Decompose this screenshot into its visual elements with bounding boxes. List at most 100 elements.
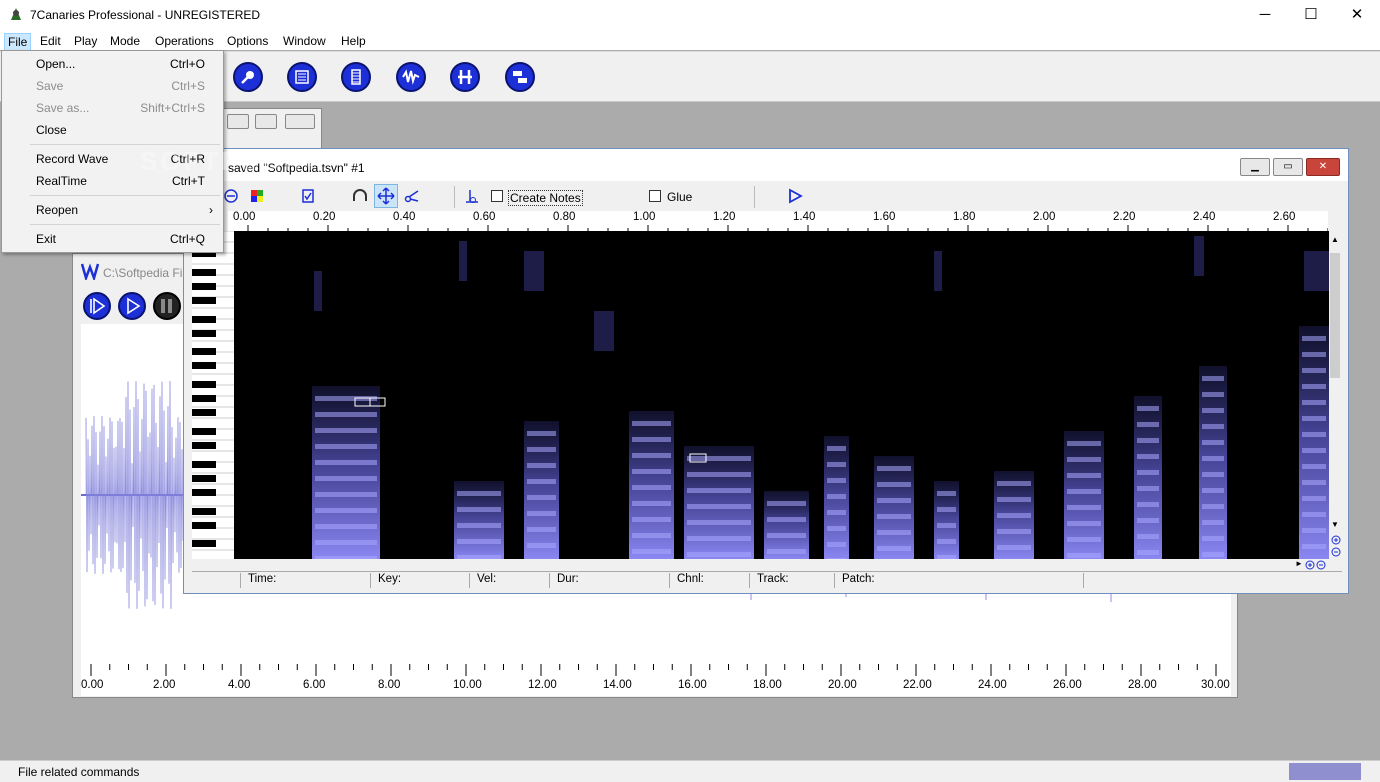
scroll-right-icon[interactable]: ►	[1295, 559, 1303, 568]
spectrogram-plot	[312, 236, 1329, 563]
tick-label: 8.00	[378, 679, 401, 691]
tool-wave-icon[interactable]	[396, 62, 426, 92]
hzoom-icons[interactable]	[1304, 559, 1328, 571]
tick-label: 0.00	[233, 211, 256, 223]
glue-label: Glue	[667, 190, 693, 204]
status-bar: File related commands	[0, 760, 1380, 782]
menu-exit[interactable]: Exit Ctrl+Q	[2, 228, 223, 250]
wave-time-ruler: 0.00 2.00 4.00 6.00 8.00 10.00 12.00 14.…	[81, 664, 1231, 696]
menu-separator	[30, 224, 220, 225]
tick-label: 0.20	[313, 211, 336, 223]
menu-edit[interactable]: Edit	[37, 33, 64, 49]
tick-label: 2.00	[153, 679, 176, 691]
status-indicator	[1289, 763, 1361, 780]
status-patch: Patch:	[834, 573, 1084, 588]
palette-icon[interactable]	[250, 189, 264, 203]
tick-label: 2.20	[1113, 211, 1136, 223]
note-icon[interactable]	[464, 188, 480, 204]
status-vel: Vel:	[469, 573, 496, 588]
menu-mode[interactable]: Mode	[107, 33, 143, 49]
tool-stack-icon[interactable]	[505, 62, 535, 92]
tick-label: 26.00	[1053, 679, 1082, 691]
menu-options[interactable]: Options	[224, 33, 271, 49]
close-button[interactable]: ✕	[1334, 0, 1380, 31]
spectrogram-canvas[interactable]	[234, 231, 1329, 563]
document-check-icon[interactable]	[301, 189, 315, 203]
spec-close-button[interactable]: ✕	[1306, 158, 1340, 176]
tool-split-icon[interactable]	[450, 62, 480, 92]
pause-icon[interactable]	[153, 292, 181, 320]
tick-label: 22.00	[903, 679, 932, 691]
scroll-down-icon[interactable]: ▼	[1331, 520, 1339, 529]
wave-logo-icon	[81, 263, 99, 280]
tick-label: 30.00	[1201, 679, 1230, 691]
minimize-button[interactable]: ─	[1242, 0, 1288, 31]
menu-open[interactable]: Open... Ctrl+O	[2, 53, 223, 75]
create-notes-label: Create Notes	[508, 190, 583, 206]
title-bar: 7Canaries Professional - UNREGISTERED ─ …	[0, 0, 1380, 31]
play-icon[interactable]	[118, 292, 146, 320]
maximize-button[interactable]: ☐	[1288, 0, 1334, 31]
menu-play[interactable]: Play	[71, 33, 100, 49]
tick-label: 24.00	[978, 679, 1007, 691]
tick-label: 28.00	[1128, 679, 1157, 691]
tick-label: 12.00	[528, 679, 557, 691]
tick-label: 6.00	[303, 679, 326, 691]
zoom-icons[interactable]	[1330, 535, 1342, 559]
menu-bar: File Edit Play Mode Operations Options W…	[0, 31, 1380, 51]
spec-minimize-button[interactable]: ▁	[1240, 158, 1270, 176]
tick-label: 0.40	[393, 211, 416, 223]
tick-label: 4.00	[228, 679, 251, 691]
play-from-start-icon[interactable]	[83, 292, 111, 320]
toolbar-separator	[754, 186, 755, 208]
menu-reopen[interactable]: Reopen ›	[2, 199, 223, 221]
tick-label: 1.40	[793, 211, 816, 223]
play-icon[interactable]	[787, 188, 803, 204]
scroll-thumb[interactable]	[1330, 253, 1340, 378]
tick-label: 10.00	[453, 679, 482, 691]
spectrogram-status-bar: Time: Key: Vel: Dur: Chnl: Track: Patch:	[192, 571, 1342, 588]
tool-pin-icon[interactable]	[233, 62, 263, 92]
menu-separator	[30, 144, 220, 145]
spectrogram-window: saved "Softpedia.tsvn" #1 ▁ ▭ ✕ Create N…	[183, 148, 1349, 594]
bg-minimize-button[interactable]	[227, 114, 249, 129]
tool-columns-icon[interactable]	[341, 62, 371, 92]
piano-keyboard[interactable]	[192, 231, 234, 559]
menu-close[interactable]: Close	[2, 119, 223, 141]
bg-maximize-button[interactable]	[255, 114, 277, 129]
glue-checkbox[interactable]	[649, 190, 661, 202]
tick-label: 1.00	[633, 211, 656, 223]
status-time: Time:	[240, 573, 276, 588]
menu-operations[interactable]: Operations	[152, 33, 217, 49]
tick-label: 0.60	[473, 211, 496, 223]
create-notes-checkbox[interactable]	[491, 190, 503, 202]
scroll-up-icon[interactable]: ▲	[1331, 235, 1339, 244]
tool-list-icon[interactable]	[287, 62, 317, 92]
scissors-icon[interactable]	[404, 188, 420, 204]
zoom-out-icon[interactable]	[224, 189, 238, 203]
tick-label: 16.00	[678, 679, 707, 691]
wave-window-title: C:\Softpedia Fi	[103, 266, 183, 280]
watermark: SOFTPEDIA	[140, 146, 316, 176]
menu-save-as: Save as... Shift+Ctrl+S	[36, 101, 205, 115]
status-text: File related commands	[18, 765, 140, 779]
spectrogram-vertical-scrollbar[interactable]: ▲ ▼	[1329, 231, 1341, 534]
status-track: Track:	[749, 573, 789, 588]
spec-maximize-button[interactable]: ▭	[1273, 158, 1303, 176]
menu-window[interactable]: Window	[280, 33, 329, 49]
status-key: Key:	[370, 573, 401, 588]
headphones-icon[interactable]	[352, 189, 368, 203]
move-tool-button[interactable]	[374, 184, 398, 208]
menu-file[interactable]: File	[4, 33, 32, 51]
spectrogram-title-bar: saved "Softpedia.tsvn" #1 ▁ ▭ ✕	[184, 149, 1348, 181]
spectrogram-time-ruler: 0.00 0.20 0.40 0.60 0.80 1.00 1.20 1.40 …	[228, 211, 1328, 231]
tick-label: 14.00	[603, 679, 632, 691]
tick-label: 2.00	[1033, 211, 1056, 223]
menu-help[interactable]: Help	[338, 33, 369, 49]
bg-close-button[interactable]	[285, 114, 315, 129]
spectrogram-horizontal-scrollbar[interactable]: ►	[192, 559, 1342, 571]
move-icon	[377, 187, 395, 205]
tick-label: 2.40	[1193, 211, 1216, 223]
tick-label: 2.60	[1273, 211, 1296, 223]
tick-label: 0.80	[553, 211, 576, 223]
